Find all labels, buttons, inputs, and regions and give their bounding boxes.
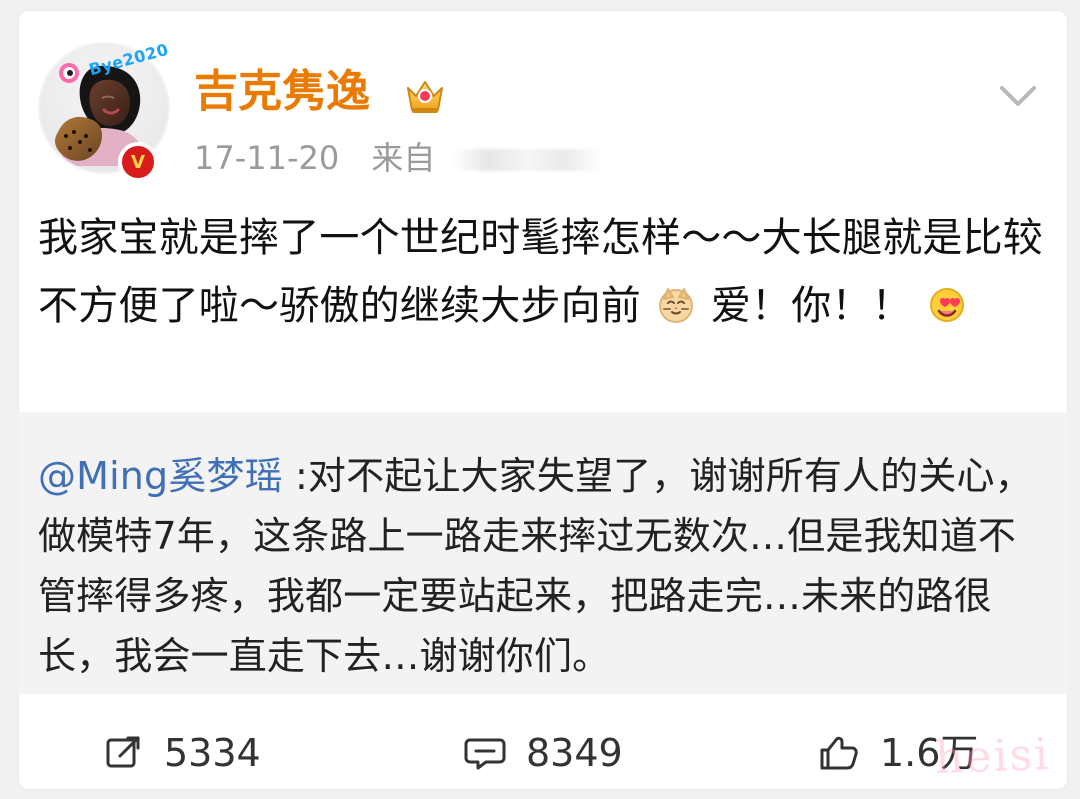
like-count: 1.6万	[880, 731, 979, 775]
heart-eyes-emoji-icon	[929, 288, 964, 322]
thumbs-up-icon	[820, 736, 858, 770]
cat-face-emoji-icon	[658, 288, 693, 323]
mention-link[interactable]: @Ming奚梦瑶	[38, 454, 283, 498]
crown-icon	[407, 81, 443, 113]
share-count: 5334	[164, 731, 261, 775]
weibo-post-card: Bye2020 V 吉克隽逸 17-11-20 来自 我家宝就是摔了一个世纪时髦…	[18, 10, 1068, 790]
eye-sticker-icon	[59, 63, 79, 83]
post-content-part-2: 爱！你！！	[710, 283, 912, 329]
share-icon	[106, 736, 140, 768]
comment-icon	[464, 738, 506, 770]
comment-count: 8349	[526, 731, 623, 775]
like-button[interactable]: 1.6万	[816, 718, 978, 788]
blurred-source	[451, 149, 602, 171]
post-time: 17-11-20	[194, 139, 340, 177]
action-bar: 5334 8349 1.6万	[18, 718, 1068, 788]
chevron-down-icon[interactable]	[992, 74, 1044, 118]
vip-badge-icon: V	[118, 142, 158, 182]
post-meta: 17-11-20 来自	[194, 142, 602, 174]
comment-button[interactable]: 8349	[462, 718, 623, 788]
username[interactable]: 吉克隽逸	[194, 70, 370, 114]
post-source-prefix: 来自	[371, 139, 436, 177]
share-button[interactable]: 5334	[100, 718, 261, 788]
repost-content: @Ming奚梦瑶 :对不起让大家失望了，谢谢所有人的关心，做模特7年，这条路上一…	[38, 446, 1048, 686]
post-content: 我家宝就是摔了一个世纪时髦摔怎样～～大长腿就是比较不方便了啦～骄傲的继续大步向前…	[38, 204, 1048, 340]
repost-block[interactable]: @Ming奚梦瑶 :对不起让大家失望了，谢谢所有人的关心，做模特7年，这条路上一…	[18, 412, 1068, 694]
vip-badge-text: V	[131, 151, 145, 173]
